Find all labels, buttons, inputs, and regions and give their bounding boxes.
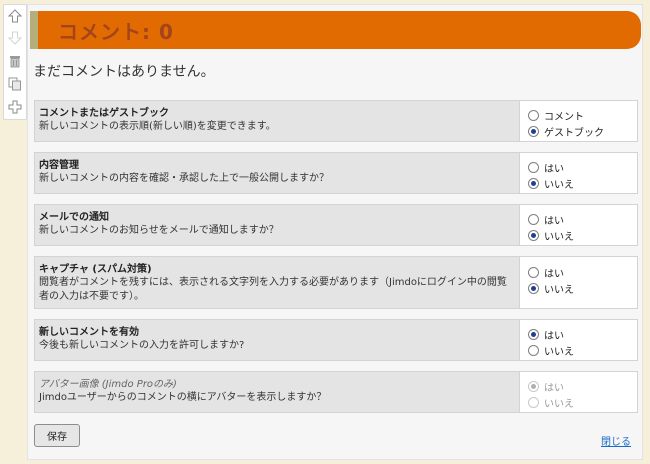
setting-description: 新しいコメントの内容を確認・承認した上で一般公開しますか？ bbox=[39, 173, 329, 184]
option-no[interactable]: いいえ bbox=[528, 281, 574, 296]
option-comment[interactable]: コメント bbox=[528, 108, 584, 123]
option-no[interactable]: いいえ bbox=[528, 228, 574, 243]
setting-description: 閲覧者がコメントを残すには、表示される文字列を入力する必要があります（Jimdo… bbox=[39, 277, 507, 302]
setting-label: アバター画像 (Jimdo Proのみ) Jimdoユーザーからのコメントの横に… bbox=[39, 378, 515, 405]
radio-button[interactable] bbox=[528, 214, 539, 225]
setting-description: Jimdoユーザーからのコメントの横にアバターを表示しますか？ bbox=[39, 392, 327, 403]
save-button[interactable]: 保存 bbox=[34, 424, 80, 447]
setting-title: コメントまたはゲストブック bbox=[39, 108, 169, 119]
setting-options: はい いいえ bbox=[519, 257, 637, 308]
setting-row-email-notification: メールでの通知 新しいコメントのお知らせをメールで通知しますか？ はい いいえ bbox=[34, 204, 638, 246]
option-yes[interactable]: はい bbox=[528, 327, 564, 342]
option-label: はい bbox=[544, 164, 564, 175]
setting-row-avatar: アバター画像 (Jimdo Proのみ) Jimdoユーザーからのコメントの横に… bbox=[34, 371, 638, 413]
option-yes[interactable]: はい bbox=[528, 265, 564, 280]
option-no[interactable]: いいえ bbox=[528, 176, 574, 191]
radio-button[interactable] bbox=[528, 162, 539, 173]
option-yes: はい bbox=[528, 379, 564, 394]
setting-options: はい いいえ bbox=[519, 320, 637, 360]
move-down-button[interactable] bbox=[7, 30, 23, 46]
option-label: コメント bbox=[544, 112, 584, 123]
radio-button bbox=[528, 397, 539, 408]
option-label: はい bbox=[544, 331, 564, 342]
move-up-button[interactable] bbox=[7, 8, 23, 24]
comments-header: コメント: 0 bbox=[30, 11, 641, 49]
module-toolbar bbox=[3, 4, 27, 120]
option-guestbook[interactable]: ゲストブック bbox=[528, 124, 604, 139]
option-no[interactable]: いいえ bbox=[528, 343, 574, 358]
radio-button[interactable] bbox=[528, 110, 539, 121]
radio-button[interactable] bbox=[528, 178, 539, 189]
option-label: いいえ bbox=[544, 347, 574, 358]
option-label: はい bbox=[544, 269, 564, 280]
setting-label: 新しいコメントを有効 今後も新しいコメントの入力を許可しますか? bbox=[39, 326, 515, 353]
setting-label: 内容管理 新しいコメントの内容を確認・承認した上で一般公開しますか？ bbox=[39, 159, 515, 186]
setting-options: はい いいえ bbox=[519, 372, 637, 412]
setting-title: 内容管理 bbox=[39, 160, 79, 171]
setting-options: コメント ゲストブック bbox=[519, 101, 637, 141]
setting-row-moderation: 内容管理 新しいコメントの内容を確認・承認した上で一般公開しますか？ はい いい… bbox=[34, 152, 638, 194]
setting-label: メールでの通知 新しいコメントのお知らせをメールで通知しますか？ bbox=[39, 211, 515, 238]
radio-button[interactable] bbox=[528, 267, 539, 278]
option-yes[interactable]: はい bbox=[528, 160, 564, 175]
radio-button[interactable] bbox=[528, 283, 539, 294]
setting-row-comment-mode: コメントまたはゲストブック 新しいコメントの表示順(新しい順)を変更できます。 … bbox=[34, 100, 638, 142]
duplicate-button[interactable] bbox=[7, 76, 23, 92]
radio-button[interactable] bbox=[528, 230, 539, 241]
header-accent-strip bbox=[30, 11, 38, 49]
radio-button[interactable] bbox=[528, 126, 539, 137]
radio-button bbox=[528, 381, 539, 392]
setting-options: はい いいえ bbox=[519, 153, 637, 193]
add-button[interactable] bbox=[7, 99, 23, 115]
plus-icon bbox=[8, 100, 22, 114]
radio-button[interactable] bbox=[528, 345, 539, 356]
option-label: いいえ bbox=[544, 232, 574, 243]
arrow-down-icon bbox=[8, 31, 22, 45]
setting-label: キャプチャ (スパム対策) 閲覧者がコメントを残すには、表示される文字列を入力す… bbox=[39, 263, 515, 304]
setting-row-captcha: キャプチャ (スパム対策) 閲覧者がコメントを残すには、表示される文字列を入力す… bbox=[34, 256, 638, 309]
option-label: いいえ bbox=[544, 399, 574, 410]
delete-button[interactable] bbox=[7, 53, 23, 69]
no-comments-message: まだコメントはありません。 bbox=[33, 64, 215, 80]
setting-title: アバター画像 (Jimdo Proのみ) bbox=[39, 379, 177, 390]
setting-description: 今後も新しいコメントの入力を許可しますか? bbox=[39, 340, 245, 351]
option-yes[interactable]: はい bbox=[528, 212, 564, 227]
option-label: ゲストブック bbox=[544, 128, 604, 139]
trash-icon bbox=[10, 56, 20, 68]
setting-title: キャプチャ (スパム対策) bbox=[39, 264, 152, 275]
option-no: いいえ bbox=[528, 395, 574, 410]
setting-title: 新しいコメントを有効 bbox=[39, 327, 139, 338]
arrow-up-icon bbox=[8, 9, 22, 23]
setting-title: メールでの通知 bbox=[39, 212, 109, 223]
setting-label: コメントまたはゲストブック 新しいコメントの表示順(新しい順)を変更できます。 bbox=[39, 107, 515, 134]
comments-title: コメント: 0 bbox=[58, 20, 174, 44]
option-label: はい bbox=[544, 216, 564, 227]
setting-description: 新しいコメントのお知らせをメールで通知しますか？ bbox=[39, 225, 279, 236]
option-label: はい bbox=[544, 383, 564, 394]
radio-button[interactable] bbox=[528, 329, 539, 340]
option-label: いいえ bbox=[544, 180, 574, 191]
copy-icon bbox=[8, 77, 21, 91]
setting-row-enable-comments: 新しいコメントを有効 今後も新しいコメントの入力を許可しますか? はい いいえ bbox=[34, 319, 638, 361]
setting-description: 新しいコメントの表示順(新しい順)を変更できます。 bbox=[39, 121, 276, 132]
close-link[interactable]: 閉じる bbox=[601, 433, 631, 448]
setting-options: はい いいえ bbox=[519, 205, 637, 245]
option-label: いいえ bbox=[544, 285, 574, 296]
